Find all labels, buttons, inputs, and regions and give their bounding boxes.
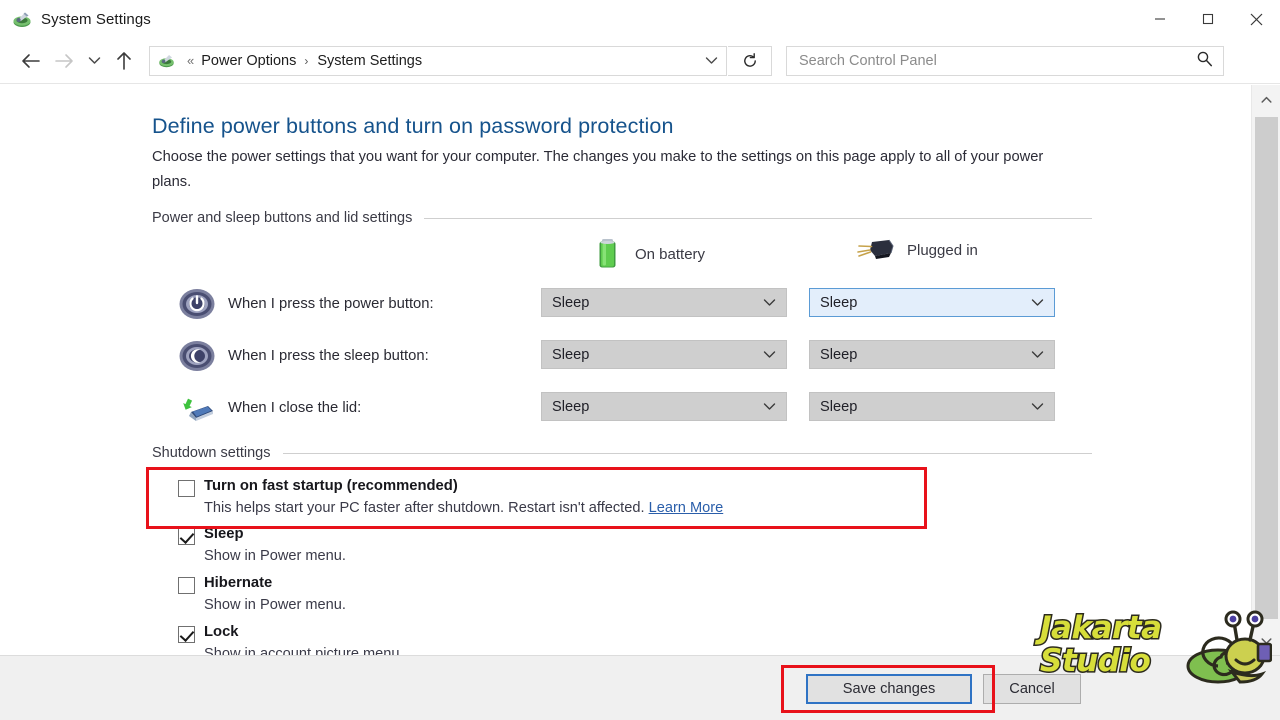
- breadcrumb-item-power-options[interactable]: Power Options: [199, 53, 298, 69]
- maximize-icon[interactable]: [1184, 0, 1232, 38]
- settings-content: Define power buttons and turn on passwor…: [0, 85, 1251, 655]
- title-bar: System Settings: [0, 0, 1280, 38]
- search-input[interactable]: Search Control Panel: [786, 45, 1224, 76]
- chevron-down-icon[interactable]: [696, 47, 726, 75]
- window-controls: [1136, 0, 1280, 38]
- chevron-down-icon[interactable]: [1031, 398, 1044, 416]
- group-header-rule: [282, 452, 1092, 454]
- checkbox-description: Show in Power menu.: [204, 548, 346, 564]
- setting-row-sleep-button: When I press the sleep button:: [178, 336, 429, 376]
- page-title: Define power buttons and turn on passwor…: [152, 114, 674, 138]
- setting-row-label: When I press the power button:: [228, 296, 434, 312]
- dropdown-power-button-on-battery[interactable]: Sleep: [541, 288, 787, 317]
- group-header-label: Shutdown settings: [152, 445, 271, 461]
- back-arrow-icon[interactable]: [13, 44, 47, 78]
- checkbox-row-fast-startup[interactable]: Turn on fast startup (recommended) This …: [178, 478, 723, 516]
- dropdown-close-lid-on-battery[interactable]: Sleep: [541, 392, 787, 421]
- column-header-label: On battery: [635, 245, 706, 263]
- learn-more-link[interactable]: Learn More: [649, 500, 724, 516]
- power-button-icon: [178, 285, 216, 323]
- chevron-down-icon[interactable]: [1031, 294, 1044, 312]
- checkbox-fast-startup[interactable]: [178, 480, 195, 497]
- laptop-lid-icon: [178, 389, 216, 427]
- vertical-scrollbar[interactable]: [1251, 85, 1280, 655]
- dropdown-sleep-button-plugged-in[interactable]: Sleep: [809, 340, 1055, 369]
- chevron-down-icon[interactable]: [763, 346, 776, 364]
- group-header-shutdown-settings: Shutdown settings: [152, 445, 1092, 461]
- minimize-icon[interactable]: [1136, 0, 1184, 38]
- dropdown-value: Sleep: [552, 294, 590, 311]
- checkbox-label: Sleep: [204, 526, 244, 542]
- checkbox-row-hibernate[interactable]: Hibernate Show in Power menu.: [178, 575, 346, 613]
- chevron-down-icon[interactable]: [763, 398, 776, 416]
- address-bar[interactable]: « Power Options › System Settings: [149, 45, 727, 76]
- window-title: System Settings: [41, 10, 151, 28]
- forward-arrow-icon: [47, 44, 81, 78]
- dropdown-close-lid-plugged-in[interactable]: Sleep: [809, 392, 1055, 421]
- checkbox-hibernate[interactable]: [178, 577, 195, 594]
- column-header-on-battery: On battery: [595, 237, 705, 271]
- setting-row-label: When I close the lid:: [228, 400, 362, 416]
- checkbox-description: Show in Power menu.: [204, 597, 346, 613]
- checkbox-label: Lock: [204, 624, 239, 640]
- checkbox-lock[interactable]: [178, 626, 195, 643]
- column-header-label: Plugged in: [907, 241, 978, 259]
- navigation-bar: « Power Options › System Settings Search…: [0, 38, 1280, 84]
- dropdown-power-button-plugged-in[interactable]: Sleep: [809, 288, 1055, 317]
- setting-row-close-lid: When I close the lid:: [178, 388, 361, 428]
- group-header-power-buttons: Power and sleep buttons and lid settings: [152, 210, 1092, 226]
- chevron-down-icon[interactable]: [1031, 346, 1044, 364]
- checkbox-row-sleep[interactable]: Sleep Show in Power menu.: [178, 526, 346, 564]
- chevron-down-icon[interactable]: [763, 294, 776, 312]
- column-header-plugged-in: Plugged in: [855, 237, 978, 263]
- group-header-label: Power and sleep buttons and lid settings: [152, 210, 413, 226]
- checkbox-description: Show in account picture menu.: [204, 646, 404, 655]
- battery-icon: [595, 237, 621, 271]
- group-header-rule: [424, 217, 1092, 219]
- breadcrumb-overflow[interactable]: «: [187, 53, 194, 68]
- setting-row-label: When I press the sleep button:: [228, 348, 429, 364]
- sleep-moon-icon: [178, 337, 216, 375]
- checkbox-description: This helps start your PC faster after sh…: [204, 500, 723, 516]
- search-placeholder: Search Control Panel: [799, 52, 937, 69]
- dropdown-value: Sleep: [552, 346, 590, 363]
- scrollbar-thumb[interactable]: [1255, 117, 1278, 619]
- checkbox-label: Turn on fast startup (recommended): [204, 478, 458, 494]
- dropdown-value: Sleep: [820, 294, 858, 311]
- checkbox-row-lock[interactable]: Lock Show in account picture menu.: [178, 624, 404, 655]
- power-plug-icon: [855, 237, 897, 263]
- save-changes-button[interactable]: Save changes: [806, 674, 972, 704]
- action-bar: Save changes Cancel: [0, 655, 1280, 720]
- recent-locations-icon[interactable]: [81, 44, 107, 78]
- close-icon[interactable]: [1232, 0, 1280, 38]
- dropdown-value: Sleep: [820, 346, 858, 363]
- dropdown-sleep-button-on-battery[interactable]: Sleep: [541, 340, 787, 369]
- refresh-icon[interactable]: [728, 45, 772, 76]
- power-options-icon: [158, 52, 175, 69]
- checkbox-sleep[interactable]: [178, 528, 195, 545]
- dropdown-value: Sleep: [552, 398, 590, 415]
- page-description: Choose the power settings that you want …: [152, 149, 1044, 190]
- checkbox-description-text: This helps start your PC faster after sh…: [204, 500, 649, 516]
- scroll-down-icon[interactable]: [1252, 626, 1280, 655]
- power-options-icon: [12, 9, 32, 29]
- dropdown-value: Sleep: [820, 398, 858, 415]
- search-icon[interactable]: [1196, 50, 1213, 72]
- breadcrumb-separator[interactable]: ›: [304, 55, 308, 67]
- checkbox-label: Hibernate: [204, 575, 273, 591]
- breadcrumb-item-system-settings[interactable]: System Settings: [315, 53, 424, 69]
- setting-row-power-button: When I press the power button:: [178, 284, 434, 324]
- cancel-button[interactable]: Cancel: [983, 674, 1081, 704]
- scroll-up-icon[interactable]: [1252, 85, 1280, 114]
- up-arrow-icon[interactable]: [107, 44, 141, 78]
